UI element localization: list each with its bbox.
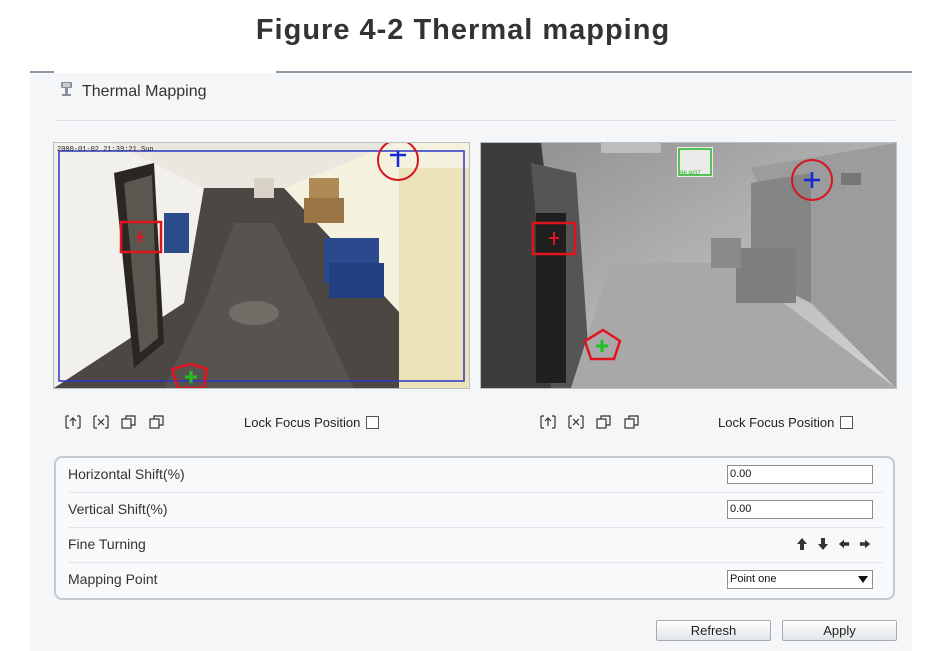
- zoom-out-icon[interactable]: [92, 414, 110, 430]
- lock-focus-label: Lock Focus Position: [244, 415, 361, 430]
- lock-focus-label: Lock Focus Position: [718, 415, 835, 430]
- visible-video[interactable]: 2000-01-02 21:39:21 Sun: [53, 142, 470, 389]
- lock-focus-checkbox[interactable]: [366, 416, 380, 429]
- arrow-up-icon[interactable]: [796, 537, 808, 551]
- zoom-out-icon[interactable]: [567, 414, 585, 430]
- fine-turning-row: Fine Turning: [68, 528, 883, 563]
- zoom-in-icon[interactable]: [539, 414, 557, 430]
- vertical-shift-input[interactable]: 0.00: [727, 500, 873, 519]
- header-divider: [56, 120, 897, 121]
- horizontal-shift-row: Horizontal Shift(%) 0.00: [68, 458, 883, 493]
- fine-turning-arrows: [796, 537, 871, 551]
- thermal-video[interactable]: 96 W37: [480, 142, 897, 389]
- mapping-point-select[interactable]: Point one: [727, 570, 873, 589]
- left-lock-focus: Lock Focus Position: [244, 415, 380, 430]
- panel-header: Thermal Mapping: [58, 80, 207, 103]
- apply-button[interactable]: Apply: [782, 620, 897, 641]
- fine-turning-label: Fine Turning: [68, 536, 146, 552]
- arrow-right-icon[interactable]: [859, 537, 871, 551]
- left-video-controls: [64, 414, 166, 430]
- lock-focus-checkbox[interactable]: [840, 416, 854, 429]
- mapping-point-row: Mapping Point Point one: [68, 563, 883, 597]
- mapping-settings: Horizontal Shift(%) 0.00 Vertical Shift(…: [54, 456, 895, 600]
- zoom-in-icon[interactable]: [64, 414, 82, 430]
- video-timestamp: 2000-01-02 21:39:21 Sun: [57, 146, 154, 154]
- paste-icon[interactable]: [623, 414, 641, 430]
- figure-title: Figure 4-2 Thermal mapping: [255, 14, 671, 46]
- refresh-button[interactable]: Refresh: [656, 620, 771, 641]
- vertical-shift-row: Vertical Shift(%) 0.00: [68, 493, 883, 528]
- mapping-point-label: Mapping Point: [68, 571, 158, 587]
- arrow-left-icon[interactable]: [838, 537, 850, 551]
- mapping-point-value: Point one: [730, 573, 777, 585]
- paste-icon[interactable]: [148, 414, 166, 430]
- horizontal-shift-label: Horizontal Shift(%): [68, 466, 185, 482]
- copy-icon[interactable]: [595, 414, 613, 430]
- horizontal-shift-input[interactable]: 0.00: [727, 465, 873, 484]
- arrow-down-icon[interactable]: [817, 537, 829, 551]
- thermal-sign-text: 96 W37: [680, 171, 701, 177]
- right-video-controls: [539, 414, 641, 430]
- copy-icon[interactable]: [120, 414, 138, 430]
- panel-title: Thermal Mapping: [82, 82, 207, 100]
- right-lock-focus: Lock Focus Position: [718, 415, 854, 430]
- chevron-down-icon: [858, 576, 868, 583]
- thermal-mapping-icon: [58, 80, 76, 103]
- vertical-shift-label: Vertical Shift(%): [68, 501, 168, 517]
